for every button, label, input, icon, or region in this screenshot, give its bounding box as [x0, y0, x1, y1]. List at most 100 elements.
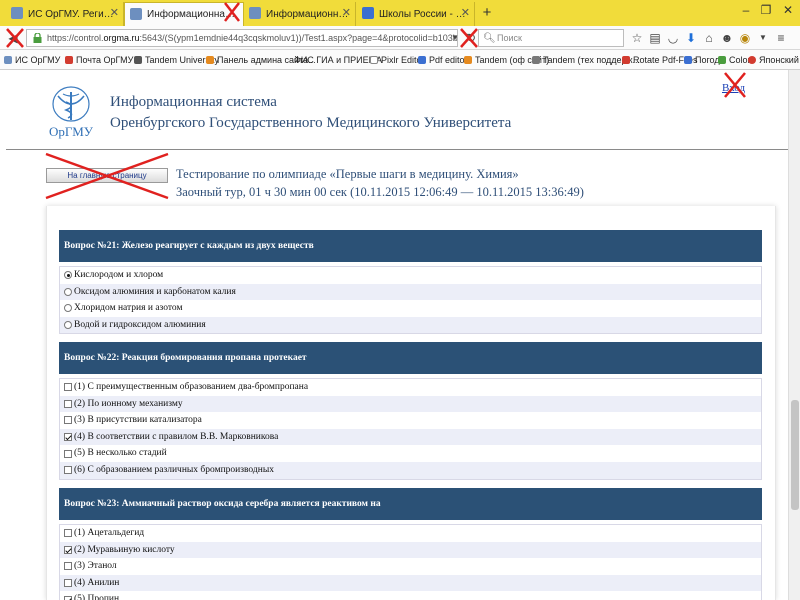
window-close-icon[interactable]: ✕	[778, 3, 798, 17]
search-icon: 🔍︎	[483, 33, 496, 44]
page-scrollbar[interactable]	[788, 70, 800, 600]
bookmark-favicon-icon	[684, 56, 692, 64]
test-title: Тестирование по олимпиаде «Первые шаги в…	[176, 165, 584, 201]
question-header: Вопрос №21: Железо реагирует с каждым из…	[59, 230, 762, 262]
tab-title: ИС ОрГМУ. Регистрация ...	[28, 8, 117, 20]
header-divider	[6, 149, 794, 150]
answer-option[interactable]: Кислородом и хлором	[60, 267, 761, 284]
checkbox[interactable]	[64, 416, 72, 425]
site-favicon-icon	[362, 7, 374, 19]
answer-label: (6) С образованием различных бромпроизво…	[74, 464, 274, 475]
reading-list-icon[interactable]: ▤	[646, 29, 664, 47]
minimize-icon[interactable]: –	[736, 3, 756, 17]
page-content: ОрГМУ Информационная система Оренбургско…	[0, 70, 800, 600]
bookmark-item[interactable]: Почта ОрГМУ	[65, 53, 133, 67]
answer-options: (1) Ацетальдегид (2) Муравьиную кислоту …	[59, 524, 762, 600]
answer-option[interactable]: (4) Анилин	[60, 574, 761, 592]
answer-option[interactable]: Оксидом алюминия и карбонатом калия	[60, 283, 761, 301]
login-link[interactable]: Вход	[722, 82, 745, 94]
checkbox[interactable]	[64, 595, 72, 600]
checkbox[interactable]	[64, 383, 72, 392]
lock-icon	[33, 33, 42, 43]
test-title-line-1: Тестирование по олимпиаде «Первые шаги в…	[176, 167, 519, 181]
checkbox[interactable]	[64, 449, 72, 458]
site-favicon-icon	[11, 7, 23, 19]
addon-dropdown-icon[interactable]: ▼	[754, 29, 772, 47]
checkbox[interactable]	[64, 399, 72, 408]
bookmark-favicon-icon	[65, 56, 73, 64]
radio-button[interactable]	[64, 304, 72, 313]
answer-label: (2) Муравьиную кислоту	[74, 544, 175, 555]
scrollbar-thumb[interactable]	[791, 400, 799, 510]
close-tab-icon[interactable]: ✕	[110, 6, 119, 19]
answer-option[interactable]: (1) Ацетальдегид	[60, 525, 761, 542]
maximize-icon[interactable]: ❐	[756, 3, 776, 17]
answer-option[interactable]: (6) С образованием различных бромпроизво…	[60, 461, 761, 479]
search-input[interactable]: 🔍︎ Поиск	[478, 29, 624, 47]
browser-tab-3[interactable]: Информационная систе... ✕	[244, 2, 356, 26]
answer-label: Хлоридом натрия и азотом	[74, 303, 183, 314]
close-tab-icon[interactable]: ✕	[342, 6, 351, 19]
answer-option[interactable]: Хлоридом натрия и азотом	[60, 300, 761, 317]
bookmark-label: Почта ОрГМУ	[76, 55, 134, 65]
address-bar[interactable]: https://control.orgma.ru:5643/(S(ypm1emd…	[26, 29, 458, 47]
bookmark-favicon-icon	[464, 56, 472, 64]
bookmark-item[interactable]: Color	[718, 53, 751, 67]
bookmark-item[interactable]: Pixlr Editor	[370, 53, 425, 67]
radio-button[interactable]	[64, 287, 72, 296]
menu-icon[interactable]: ≡	[772, 29, 790, 47]
site-favicon-icon	[249, 7, 261, 19]
new-tab-button[interactable]: +	[479, 4, 495, 21]
answer-option[interactable]: (5) В несколько стадий	[60, 445, 761, 462]
bookmark-favicon-icon	[134, 56, 142, 64]
bookmark-item[interactable]: Pdf editor	[418, 53, 468, 67]
radio-button[interactable]	[64, 321, 72, 330]
bookmarks-toolbar: ИС ОрГМУ Почта ОрГМУ Tandem University П…	[0, 50, 800, 70]
answer-option[interactable]: (4) В соответствии с правилом В.В. Марко…	[60, 428, 761, 446]
home-page-button[interactable]: На главную страницу	[46, 168, 168, 183]
checkbox[interactable]	[64, 579, 72, 588]
answer-option[interactable]: (3) Этанол	[60, 558, 761, 575]
bookmark-label: ФИС ГИА и ПРИЕМА	[294, 55, 383, 65]
bookmark-item[interactable]: ФИС ГИА и ПРИЕМА	[294, 53, 382, 67]
answer-label: (1) Ацетальдегид	[74, 528, 145, 538]
addon-icon[interactable]: ◉	[736, 29, 754, 47]
bookmark-favicon-icon	[748, 56, 756, 64]
browser-tab-2[interactable]: Информационная систе...	[124, 2, 244, 26]
answer-option[interactable]: (3) В присутствии катализатора	[60, 412, 761, 429]
back-icon[interactable]: ◀	[4, 29, 22, 47]
chat-icon[interactable]: ☻	[718, 29, 736, 47]
bookmark-label: Японский	[759, 55, 799, 65]
answer-option[interactable]: (2) По ионному механизму	[60, 395, 761, 413]
answer-label: Водой и гидроксидом алюминия	[74, 319, 206, 330]
checkbox[interactable]	[64, 529, 72, 538]
answer-option[interactable]: (5) Пропин	[60, 591, 761, 600]
answer-option[interactable]: (2) Муравьиную кислоту	[60, 541, 761, 559]
answer-label: (2) По ионному механизму	[74, 398, 183, 409]
checkbox[interactable]	[64, 545, 72, 554]
browser-tab-4[interactable]: Школы России - Муници... ✕	[357, 2, 475, 26]
home-icon[interactable]: ⌂	[700, 29, 718, 47]
browser-tab-1[interactable]: ИС ОрГМУ. Регистрация ... ✕	[6, 2, 124, 26]
bookmark-favicon-icon	[370, 56, 378, 64]
bookmark-item[interactable]: Японский	[748, 53, 799, 67]
checkbox[interactable]	[64, 562, 72, 571]
answer-label: (1) С преимущественным образованием два-…	[74, 382, 309, 392]
answer-option[interactable]: Водой и гидроксидом алюминия	[60, 316, 761, 334]
bookmark-item[interactable]: ИС ОрГМУ	[4, 53, 60, 67]
checkbox[interactable]	[64, 433, 72, 442]
download-icon[interactable]: ⬇	[682, 29, 700, 47]
radio-button[interactable]	[64, 271, 72, 280]
answer-option[interactable]: (1) С преимущественным образованием два-…	[60, 379, 761, 396]
checkbox[interactable]	[64, 466, 72, 475]
tab-bar: ИС ОрГМУ. Регистрация ... ✕ Информационн…	[0, 0, 800, 26]
answer-label: Кислородом и хлором	[74, 270, 164, 280]
bookmark-star-icon[interactable]: ☆	[628, 29, 646, 47]
close-tab-icon[interactable]: ✕	[461, 6, 470, 19]
answer-label: (3) В присутствии катализатора	[74, 415, 202, 426]
pocket-icon[interactable]: ◡	[664, 29, 682, 47]
question-header: Вопрос №22: Реакция бромирования пропана…	[59, 342, 762, 374]
url-path: :5643/(S(ypm1emdnie44q3cqskmoluv1))/Test…	[139, 33, 458, 43]
university-logo: ОрГМУ	[44, 82, 99, 140]
bookmark-label: ИС ОрГМУ	[15, 55, 61, 65]
